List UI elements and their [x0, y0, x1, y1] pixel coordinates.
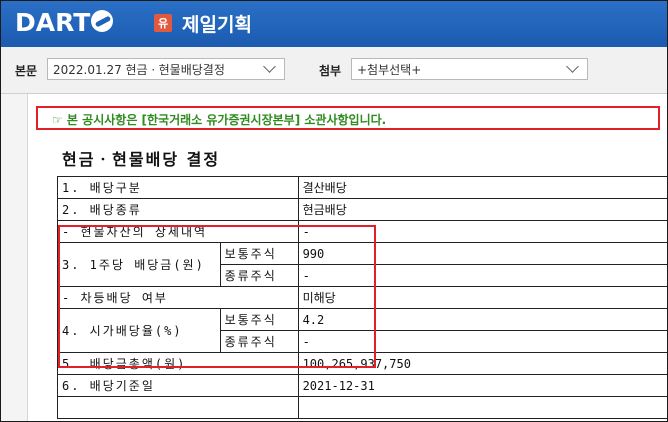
- row-value: -: [297, 330, 667, 353]
- row-label: - 차등배당 여부: [57, 286, 299, 309]
- row-label: 3. 1주당 배당금(원): [57, 242, 221, 287]
- sub-label: 보통주식: [219, 308, 299, 331]
- table-row: 5. 배당금총액(원) 100,265,937,750: [57, 352, 667, 375]
- row-value-empty: [297, 396, 667, 419]
- row-value: 2021-12-31: [297, 374, 667, 397]
- dividend-table: 1. 배당구분 결산배당 2. 배당종류 현금배당 - 현물자산의 상세내역 -…: [57, 176, 667, 419]
- document-title: 현금ㆍ현물배당 결정: [62, 150, 221, 169]
- row-value: -: [297, 220, 667, 243]
- dart-logo[interactable]: DART: [15, 7, 114, 37]
- row-label: - 현물자산의 상세내역: [57, 220, 299, 243]
- row-value: 미해당: [297, 286, 667, 309]
- table-row: 6. 배당기준일 2021-12-31: [57, 374, 667, 397]
- table-row: 1. 배당구분 결산배당: [57, 176, 667, 199]
- row-value: 100,265,937,750: [297, 352, 667, 375]
- main-doc-label: 본문: [15, 64, 38, 78]
- chevron-down-icon: [566, 60, 579, 73]
- sub-label: 보통주식: [219, 242, 299, 265]
- document-toolbar: 본문 2022.01.27 현금ㆍ현물배당결정 첨부 +첨부선택+: [1, 47, 667, 94]
- chevron-down-icon: [263, 60, 276, 73]
- attachment-select[interactable]: +첨부선택+: [351, 58, 588, 80]
- attachment-select-value: +첨부선택+: [357, 63, 422, 77]
- row-label: 4. 시가배당율(%): [57, 308, 221, 353]
- attachment-label: 첨부: [319, 64, 342, 78]
- row-value: -: [297, 264, 667, 287]
- globe-icon: [91, 10, 114, 32]
- app-window: DART 유 제일기획 본문 2022.01.27 현금ㆍ현물배당결정 첨부 +…: [0, 0, 668, 422]
- row-label: 2. 배당종류: [57, 198, 299, 221]
- row-value: 990: [297, 242, 667, 265]
- table-row: 2. 배당종류 현금배당: [57, 198, 667, 221]
- corp-type-badge: 유: [154, 14, 172, 32]
- main-doc-select-value: 2022.01.27 현금ㆍ현물배당결정: [53, 63, 225, 77]
- jurisdiction-notice: ☞ 본 공시사항은 [한국거래소 유가증권시장본부] 소관사항입니다.: [36, 106, 660, 130]
- row-value: 현금배당: [297, 198, 667, 221]
- sub-label: 종류주식: [219, 264, 299, 287]
- row-label-empty: [57, 396, 299, 419]
- sub-label: 종류주식: [219, 330, 299, 353]
- row-label: 1. 배당구분: [57, 176, 299, 199]
- header-bar: DART 유 제일기획: [1, 1, 667, 47]
- disclosure-document: ☞ 본 공시사항은 [한국거래소 유가증권시장본부] 소관사항입니다. 현금ㆍ현…: [27, 94, 667, 421]
- table-row: 3. 1주당 배당금(원) 보통주식 990: [57, 242, 667, 287]
- table-row: 4. 시가배당율(%) 보통주식 4.2: [57, 308, 667, 353]
- row-label: 5. 배당금총액(원): [57, 352, 299, 375]
- table-row: - 현물자산의 상세내역 -: [57, 220, 667, 243]
- table-row: - 차등배당 여부 미해당: [57, 286, 667, 309]
- company-name: 제일기획: [182, 14, 252, 36]
- logo-text: DART: [15, 7, 91, 37]
- row-value: 4.2: [297, 308, 667, 331]
- row-value: 결산배당: [297, 176, 667, 199]
- row-label: 6. 배당기준일: [57, 374, 299, 397]
- content-area: ☞ 본 공시사항은 [한국거래소 유가증권시장본부] 소관사항입니다. 현금ㆍ현…: [1, 94, 667, 421]
- main-doc-select[interactable]: 2022.01.27 현금ㆍ현물배당결정: [47, 58, 285, 80]
- table-row: [57, 396, 667, 419]
